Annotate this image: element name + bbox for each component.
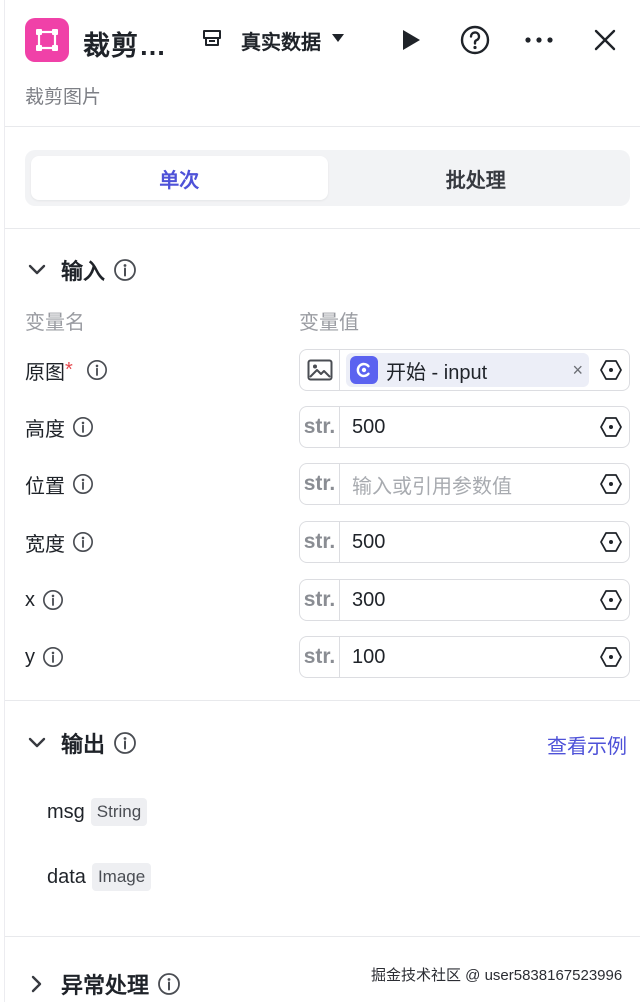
param-name: y — [25, 645, 35, 668]
column-header-value: 变量值 — [299, 312, 359, 334]
info-icon[interactable] — [113, 731, 137, 755]
y-value-input[interactable]: 100 — [340, 646, 593, 669]
reference-label: 开始 - input — [386, 361, 488, 384]
variable-reference-icon[interactable] — [593, 464, 629, 504]
caret-down-icon — [331, 31, 345, 49]
crop-node-icon — [25, 18, 69, 62]
info-icon[interactable] — [41, 588, 65, 612]
output-item-data: data Image — [47, 863, 152, 891]
run-mode-tabs: 单次 批处理 — [25, 150, 630, 206]
chevron-down-icon[interactable] — [25, 731, 49, 755]
height-value-input[interactable]: 500 — [340, 416, 593, 439]
info-icon[interactable] — [157, 972, 181, 996]
x-value-input[interactable]: 300 — [340, 589, 593, 612]
chevron-down-icon[interactable] — [25, 258, 49, 282]
param-label-x: x — [25, 580, 65, 620]
close-icon[interactable] — [585, 20, 625, 60]
y-param-field[interactable]: str. 100 — [299, 636, 630, 678]
column-header-name: 变量名 — [25, 312, 85, 334]
param-label-height: 高度 — [25, 407, 95, 447]
image-param-field[interactable]: 开始 - input × — [299, 349, 630, 391]
node-description[interactable]: 裁剪图片 — [25, 82, 101, 109]
height-param-field[interactable]: str. 500 — [299, 406, 630, 448]
view-example-link[interactable]: 查看示例 — [547, 730, 627, 759]
output-name: msg — [47, 800, 85, 823]
output-section-title: 输出 — [61, 732, 106, 757]
param-name: 宽度 — [25, 533, 65, 556]
param-label-position: 位置 — [25, 464, 95, 504]
output-type-tag: String — [90, 798, 148, 826]
exception-section-title: 异常处理 — [61, 973, 150, 998]
info-icon[interactable] — [113, 258, 137, 282]
variable-reference-icon[interactable] — [593, 637, 629, 677]
divider — [5, 228, 640, 229]
help-icon[interactable] — [455, 20, 495, 60]
string-type-badge[interactable]: str. — [300, 407, 340, 447]
x-param-field[interactable]: str. 300 — [299, 579, 630, 621]
node-config-panel: 裁剪… 真实数据 裁剪图片 单次 批处理 输入 变量名 变量值 原图 * 开始 … — [4, 0, 640, 1002]
output-section-header[interactable]: 输出 — [25, 727, 137, 759]
chevron-right-icon[interactable] — [25, 972, 49, 996]
data-mode-label: 真实数据 — [241, 31, 321, 54]
required-mark: * — [65, 358, 73, 381]
input-section-title: 输入 — [61, 259, 106, 284]
start-node-icon — [350, 356, 378, 384]
node-title[interactable]: 裁剪… — [83, 24, 167, 63]
tab-batch[interactable]: 批处理 — [328, 156, 625, 200]
position-param-field[interactable]: str. 输入或引用参数值 — [299, 463, 630, 505]
string-type-badge[interactable]: str. — [300, 522, 340, 562]
play-icon[interactable] — [391, 20, 431, 60]
param-name: x — [25, 588, 35, 611]
string-type-badge[interactable]: str. — [300, 637, 340, 677]
variable-reference-icon[interactable] — [593, 522, 629, 562]
reference-chip[interactable]: 开始 - input × — [346, 353, 589, 387]
param-label-image: 原图 * — [25, 350, 109, 390]
input-section-header[interactable]: 输入 — [25, 254, 137, 286]
output-name: data — [47, 865, 86, 888]
divider — [5, 700, 640, 701]
width-value-input[interactable]: 500 — [340, 531, 593, 554]
watermark: 掘金技术社区 @ user5838167523996 — [371, 967, 623, 984]
more-icon[interactable] — [519, 20, 559, 60]
data-mode-select[interactable]: 真实数据 — [201, 22, 345, 58]
info-icon[interactable] — [85, 358, 109, 382]
info-icon[interactable] — [71, 415, 95, 439]
param-label-width: 宽度 — [25, 522, 95, 562]
panel-header: 裁剪… 真实数据 裁剪图片 — [5, 0, 640, 108]
param-name: 高度 — [25, 418, 65, 441]
database-icon — [201, 27, 223, 54]
param-name: 原图 — [25, 361, 65, 384]
string-type-badge[interactable]: str. — [300, 580, 340, 620]
divider — [5, 936, 640, 937]
divider — [5, 126, 640, 127]
output-type-tag: Image — [91, 863, 152, 891]
string-type-badge[interactable]: str. — [300, 464, 340, 504]
variable-reference-icon[interactable] — [593, 350, 629, 390]
variable-reference-icon[interactable] — [593, 580, 629, 620]
info-icon[interactable] — [71, 472, 95, 496]
output-item-msg: msg String — [47, 798, 148, 826]
param-name: 位置 — [25, 475, 65, 498]
tab-single[interactable]: 单次 — [31, 156, 328, 200]
param-label-y: y — [25, 637, 65, 677]
position-value-input[interactable]: 输入或引用参数值 — [340, 470, 593, 499]
info-icon[interactable] — [71, 530, 95, 554]
width-param-field[interactable]: str. 500 — [299, 521, 630, 563]
exception-section-header[interactable]: 异常处理 — [25, 968, 181, 1000]
variable-reference-icon[interactable] — [593, 407, 629, 447]
info-icon[interactable] — [41, 645, 65, 669]
image-type-icon[interactable] — [300, 350, 340, 390]
remove-reference-icon[interactable]: × — [572, 360, 583, 381]
